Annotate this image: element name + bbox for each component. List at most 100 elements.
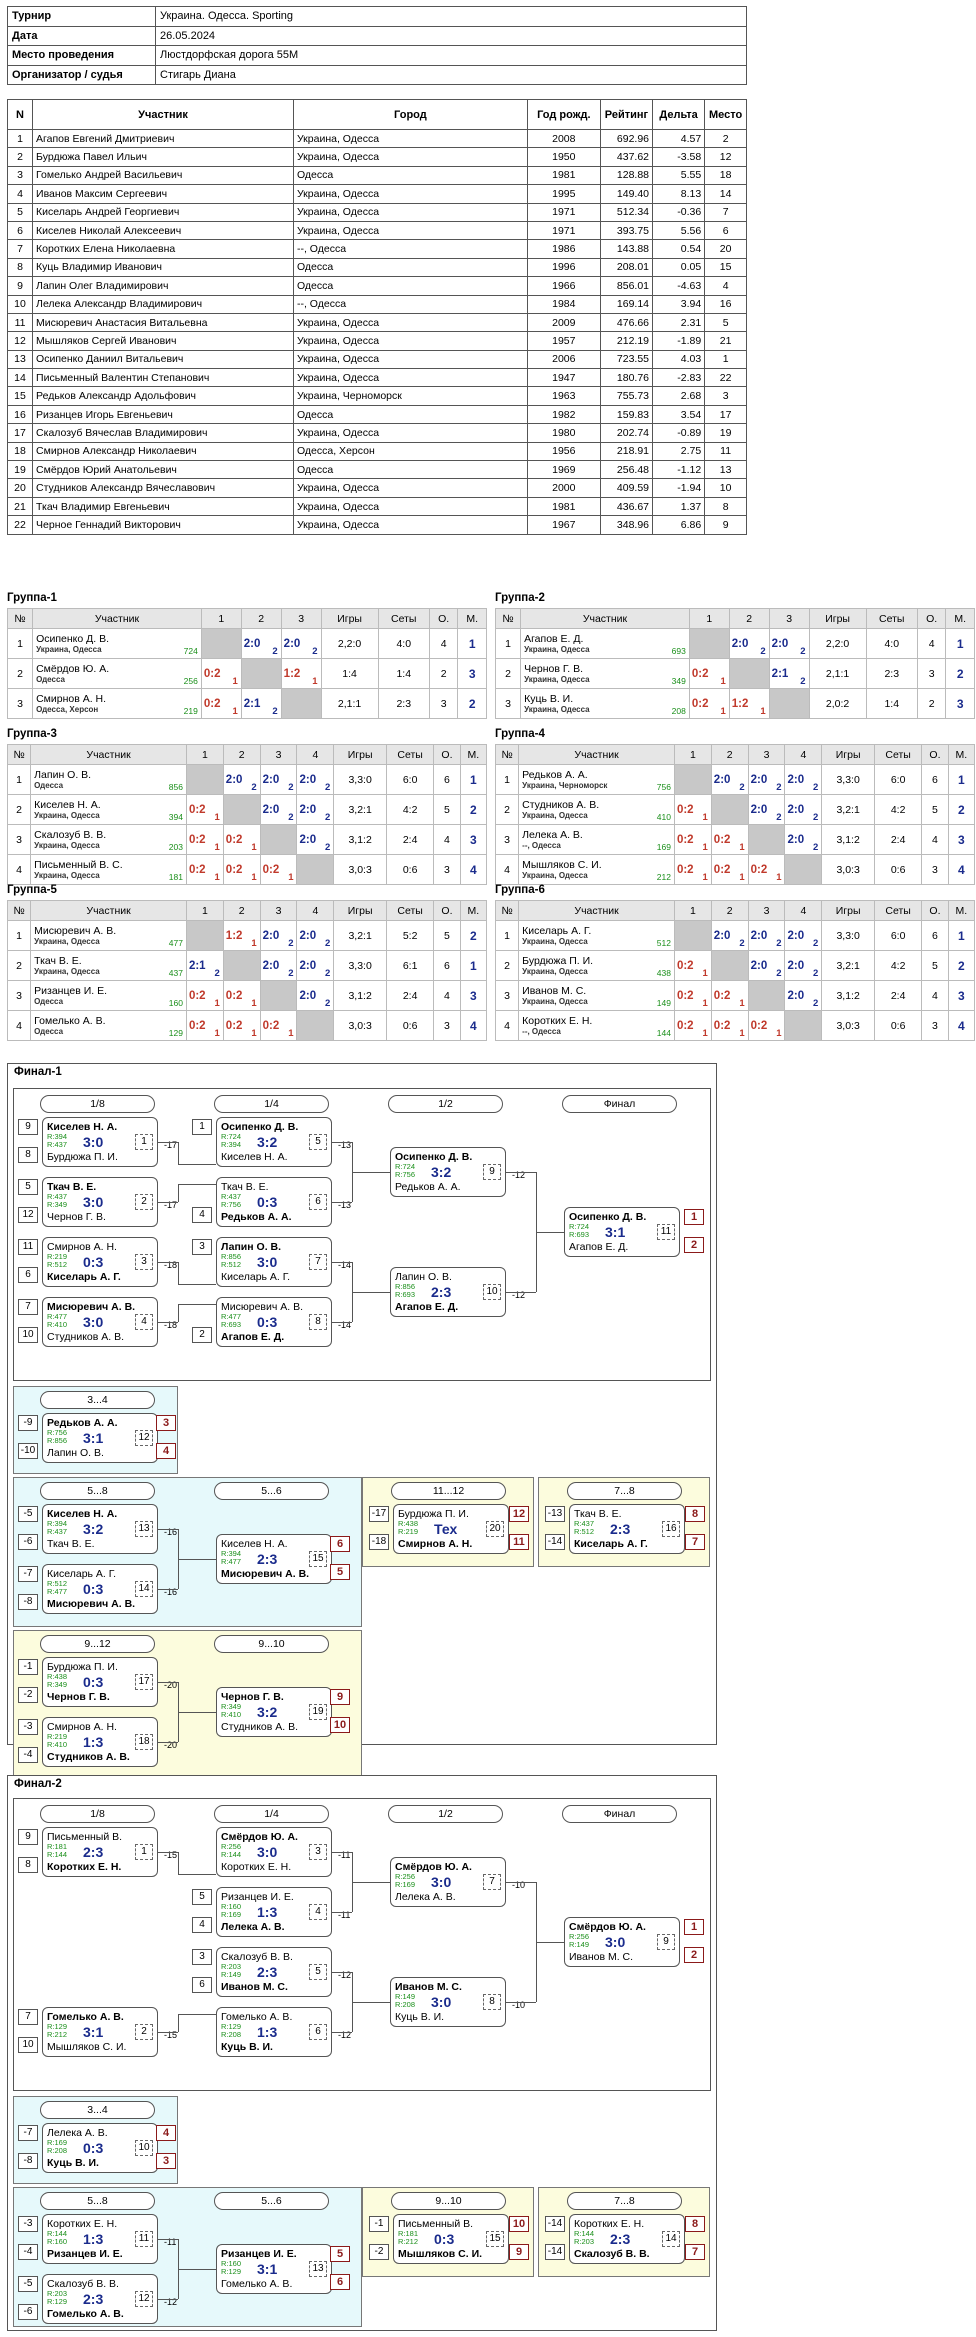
group-row-num: 2 <box>6 950 32 981</box>
players-cell: 19 <box>704 423 747 443</box>
seed-box: 3 <box>192 1949 212 1965</box>
round-label: 5...8 <box>40 1482 155 1500</box>
round-label: 5...6 <box>214 2192 329 2210</box>
seed-box: -10 <box>18 1443 38 1459</box>
match-number: 14 <box>662 2231 680 2247</box>
players-cell: 14 <box>6 368 34 388</box>
players-cell: 22 <box>6 515 34 535</box>
bracket-match: Киселев Н. А. R:394 R:477 2:3 15 Мисюревич А.… <box>216 1534 332 1584</box>
bracket-line <box>158 1852 178 1853</box>
group-header-cell: М. <box>947 744 976 765</box>
match-player-2: Коротких Е. Н. <box>221 1861 292 1873</box>
players-cell: Украина, Одесса <box>292 202 528 222</box>
bracket-line <box>178 2269 216 2270</box>
match-player-2: Смирнов А. Н. <box>398 1538 473 1550</box>
players-cell: Украина, Одесса <box>292 331 528 351</box>
group-place: 2 <box>945 658 975 689</box>
group-table: № Участник 1 2 3 4 Игры Сеты О. М. 1 Лапин О. В. Оде… <box>6 744 488 885</box>
bracket-line <box>332 1142 352 1143</box>
bracket-line <box>158 2299 178 2300</box>
group-title: Группа-3 <box>7 728 57 740</box>
group-header-cell: 4 <box>784 744 823 765</box>
table-row: 13 Осипенко Даниил Витальевич Украина, Оде… <box>6 349 747 370</box>
match-rating-2: R:437 <box>47 1527 68 1536</box>
players-cell: 208.01 <box>599 257 654 278</box>
group-header-cell: 3 <box>259 900 298 921</box>
group-row-num: 3 <box>6 824 32 855</box>
match-score: 3:0 <box>431 1994 452 2010</box>
place-box: 7 <box>685 2244 705 2260</box>
table-row: 20 Студников Александр Вячеславович Украин… <box>6 478 747 498</box>
bracket-match: Смирнов А. Н. R:219 R:512 0:3 3 Киселарь А. Г… <box>42 1237 158 1287</box>
place-box: 12 <box>509 1506 529 1522</box>
match-score: 1:3 <box>257 2024 278 2040</box>
bracket-line <box>332 1262 352 1263</box>
group-sets: 4:2 <box>873 794 923 825</box>
match-number: 4 <box>135 1314 153 1330</box>
players-cell: Студников Александр Вячеславович <box>32 478 294 498</box>
seed-box: -14 <box>545 2244 565 2260</box>
match-score: 0:3 <box>257 1314 278 1330</box>
group-games: 2,1:1 <box>808 658 867 689</box>
table-row: 1 Осипенко Д. В. Украина, Одесса 724 2:0 2 2:0… <box>6 628 487 659</box>
group-points: 3 <box>921 854 949 885</box>
match-player-2: Киселарь А. Г. <box>47 1271 121 1283</box>
group-row-num: 3 <box>6 980 32 1011</box>
group-result-cell: 0:2 1 <box>673 824 712 855</box>
match-number: 14 <box>135 1581 153 1597</box>
table-row: 3 Ризанцев И. Е. Одесса 160 0:2 1 0:2 1 2:0 2 3,1:… <box>6 980 488 1011</box>
players-cell: 409.59 <box>599 478 654 498</box>
bracket-line <box>158 1262 178 1263</box>
bracket-line <box>158 1742 178 1743</box>
bracket-match: Осипенко Д. В. R:724 R:756 3:2 9 Редьков А. А… <box>390 1147 506 1197</box>
group-games: 3,2:1 <box>821 794 875 825</box>
players-cell: 1982 <box>526 404 601 425</box>
group-header-cell: О. <box>916 608 947 629</box>
bracket-match: Киселарь А. Г. R:512 R:477 0:3 14 Мисюревич А… <box>42 1564 158 1614</box>
group-sets: 2:4 <box>385 980 435 1011</box>
table-row: 3 Смирнов А. Н. Одесса, Херсон 219 0:2 1 2:1 2 2… <box>6 688 487 719</box>
match-score: 3:2 <box>83 1521 104 1537</box>
group-result-cell: 2:1 2 <box>185 950 224 981</box>
table-row: 3 Скалозуб В. В. Украина, Одесса 203 0:2 1 0:2… <box>6 824 488 855</box>
table-row: 22 Черноe Геннадий Викторович Украина, Оде… <box>6 515 747 535</box>
table-row: 3 Лелека А. В. --, Одесса 169 0:2 1 0:2 1 2:0 2 3,… <box>494 824 976 855</box>
seed-box: -3 <box>18 1719 38 1735</box>
match-player-2: Агапов Е. Д. <box>221 1331 285 1343</box>
match-player-2: Мисюревич А. В. <box>221 1568 310 1580</box>
players-cell: 2.75 <box>652 441 706 462</box>
tournament-info-table: Турнир Украина. Одесса. Sporting Дата 26.05… <box>7 6 747 85</box>
group-table: № Участник 1 2 3 Игры Сеты О. М. 1 Осипенко Д. В. У… <box>6 608 487 719</box>
group-points: 6 <box>433 764 461 795</box>
players-cell: 1947 <box>526 368 601 388</box>
match-score: 3:2 <box>257 1704 278 1720</box>
group-points: 6 <box>921 920 949 951</box>
group-header-cell: М. <box>947 900 976 921</box>
player-name: Скалозуб В. В. <box>34 829 107 841</box>
group-header-cell: О. <box>921 744 949 765</box>
match-number: 6 <box>309 2024 327 2040</box>
group-player: Редьков А. А. Украина, Черноморск 756 <box>518 764 675 795</box>
bracket-line <box>536 1172 537 1232</box>
group-points: 3 <box>428 688 459 719</box>
group-result-cell: 2:0 2 <box>296 950 335 981</box>
group-sets: 1:4 <box>377 658 430 689</box>
bracket-line <box>536 1882 537 1942</box>
bracket-line <box>178 1164 216 1165</box>
place-box: 5 <box>330 2246 350 2262</box>
player-name: Мисюревич А. В. <box>34 925 117 937</box>
players-cell: 437.62 <box>599 147 654 167</box>
group-points: 5 <box>433 920 461 951</box>
table-row: 4 Письменный В. С. Украина, Одесса 181 0:2 1 0… <box>6 854 488 885</box>
group-header-cell: № <box>6 744 32 765</box>
group-row-num: 3 <box>6 688 34 719</box>
group-result-cell: 0:2 1 <box>710 980 749 1011</box>
players-cell: Смёрдов Юрий Анатольевич <box>32 460 294 480</box>
bracket-line <box>332 2032 352 2033</box>
player-rating: 349 <box>671 676 686 686</box>
player-rating: 512 <box>656 938 671 948</box>
group-points: 4 <box>921 980 949 1011</box>
group-result-cell: 2:0 2 <box>296 920 335 951</box>
players-cell: Украина, Одесса <box>292 496 528 517</box>
sub-bracket: 11...12 Бурдюжа П. И. R:438 R:219 Тех 20 Смирн… <box>362 1477 534 1567</box>
